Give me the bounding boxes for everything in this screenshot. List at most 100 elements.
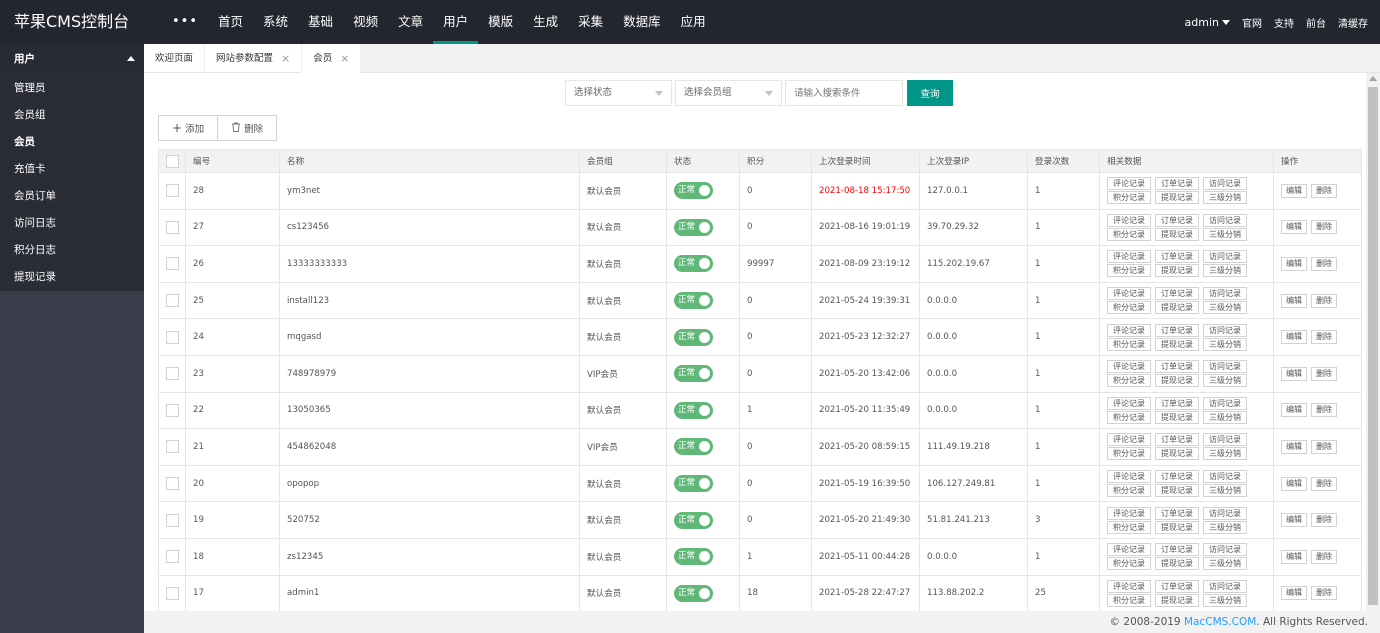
delete-row-button[interactable]: 删除 <box>1311 220 1337 235</box>
sidebar-heading[interactable]: 用户 <box>0 44 144 75</box>
status-toggle[interactable]: 正常 <box>674 182 713 200</box>
status-toggle[interactable]: 正常 <box>674 255 713 273</box>
status-toggle[interactable]: 正常 <box>674 401 713 419</box>
delete-row-button[interactable]: 删除 <box>1311 183 1337 198</box>
related-link-button[interactable]: 访问记录 <box>1203 287 1247 301</box>
related-link-button[interactable]: 三级分销 <box>1203 264 1247 278</box>
edit-button[interactable]: 编辑 <box>1281 513 1307 528</box>
status-toggle[interactable]: 正常 <box>674 218 713 236</box>
edit-button[interactable]: 编辑 <box>1281 403 1307 418</box>
related-link-button[interactable]: 订单记录 <box>1155 543 1199 557</box>
select-all-checkbox[interactable] <box>166 154 179 168</box>
top-nav-item[interactable]: 系统 <box>253 0 298 44</box>
related-link-button[interactable]: 积分记录 <box>1107 410 1151 424</box>
related-link-button[interactable]: 评论记录 <box>1107 323 1151 337</box>
tab-item[interactable]: 网站参数配置 × <box>205 44 303 73</box>
top-nav-item[interactable]: 生成 <box>523 0 568 44</box>
delete-row-button[interactable]: 删除 <box>1311 293 1337 308</box>
scrollbar-thumb[interactable] <box>1368 87 1378 605</box>
status-toggle[interactable]: 正常 <box>674 438 713 456</box>
edit-button[interactable]: 编辑 <box>1281 256 1307 271</box>
related-link-button[interactable]: 三级分销 <box>1203 447 1247 461</box>
vertical-scrollbar[interactable] <box>1366 73 1380 611</box>
row-checkbox[interactable] <box>166 294 179 308</box>
related-link-button[interactable]: 提现记录 <box>1155 264 1199 278</box>
top-nav-item[interactable]: 模版 <box>478 0 523 44</box>
related-link-button[interactable]: 评论记录 <box>1107 177 1151 191</box>
row-checkbox[interactable] <box>166 440 179 454</box>
related-link-button[interactable]: 订单记录 <box>1155 506 1199 520</box>
top-nav-item[interactable]: 应用 <box>671 0 716 44</box>
related-link-button[interactable]: 订单记录 <box>1155 250 1199 264</box>
related-link-button[interactable]: 订单记录 <box>1155 433 1199 447</box>
sidebar-item[interactable]: 提现记录 <box>0 264 144 291</box>
add-button[interactable]: + 添加 <box>158 115 219 141</box>
related-link-button[interactable]: 订单记录 <box>1155 470 1199 484</box>
related-link-button[interactable]: 积分记录 <box>1107 264 1151 278</box>
related-link-button[interactable]: 提现记录 <box>1155 227 1199 241</box>
related-link-button[interactable]: 三级分销 <box>1203 301 1247 315</box>
related-link-button[interactable]: 积分记录 <box>1107 557 1151 571</box>
related-link-button[interactable]: 提现记录 <box>1155 191 1199 205</box>
delete-row-button[interactable]: 删除 <box>1311 366 1337 381</box>
related-link-button[interactable]: 三级分销 <box>1203 227 1247 241</box>
scroll-up-arrow-icon[interactable] <box>1369 76 1377 81</box>
top-nav-item[interactable]: 文章 <box>388 0 433 44</box>
related-link-button[interactable]: 三级分销 <box>1203 484 1247 498</box>
related-link-button[interactable]: 三级分销 <box>1203 557 1247 571</box>
related-link-button[interactable]: 访问记录 <box>1203 250 1247 264</box>
related-link-button[interactable]: 访问记录 <box>1203 579 1247 593</box>
row-checkbox[interactable] <box>166 513 179 527</box>
edit-button[interactable]: 编辑 <box>1281 476 1307 491</box>
delete-row-button[interactable]: 删除 <box>1311 513 1337 528</box>
related-link-button[interactable]: 订单记录 <box>1155 579 1199 593</box>
footer-link[interactable]: MacCMS.COM <box>1184 616 1256 628</box>
status-toggle[interactable]: 正常 <box>674 292 713 310</box>
top-nav-item[interactable]: 首页 <box>208 0 253 44</box>
related-link-button[interactable]: 评论记录 <box>1107 250 1151 264</box>
related-link-button[interactable]: 积分记录 <box>1107 337 1151 351</box>
clear-cache-link[interactable]: 清缓存 <box>1338 15 1368 30</box>
row-checkbox[interactable] <box>166 184 179 198</box>
related-link-button[interactable]: 积分记录 <box>1107 484 1151 498</box>
delete-row-button[interactable]: 删除 <box>1311 476 1337 491</box>
related-link-button[interactable]: 提现记录 <box>1155 557 1199 571</box>
search-button[interactable]: 查询 <box>907 80 953 106</box>
related-link-button[interactable]: 访问记录 <box>1203 506 1247 520</box>
related-link-button[interactable]: 访问记录 <box>1203 177 1247 191</box>
delete-row-button[interactable]: 删除 <box>1311 330 1337 345</box>
status-toggle[interactable]: 正常 <box>674 548 713 566</box>
delete-row-button[interactable]: 删除 <box>1311 256 1337 271</box>
delete-row-button[interactable]: 删除 <box>1311 403 1337 418</box>
edit-button[interactable]: 编辑 <box>1281 220 1307 235</box>
related-link-button[interactable]: 提现记录 <box>1155 410 1199 424</box>
related-link-button[interactable]: 积分记录 <box>1107 374 1151 388</box>
search-input[interactable] <box>785 80 903 106</box>
related-link-button[interactable]: 评论记录 <box>1107 506 1151 520</box>
related-link-button[interactable]: 积分记录 <box>1107 447 1151 461</box>
edit-button[interactable]: 编辑 <box>1281 183 1307 198</box>
related-link-button[interactable]: 访问记录 <box>1203 433 1247 447</box>
related-link-button[interactable]: 访问记录 <box>1203 543 1247 557</box>
status-toggle[interactable]: 正常 <box>674 328 713 346</box>
related-link-button[interactable]: 订单记录 <box>1155 323 1199 337</box>
sidebar-item[interactable]: 充值卡 <box>0 156 144 183</box>
edit-button[interactable]: 编辑 <box>1281 330 1307 345</box>
sidebar-item[interactable]: 积分日志 <box>0 237 144 264</box>
delete-button[interactable]: 删除 <box>218 115 278 141</box>
related-link-button[interactable]: 访问记录 <box>1203 360 1247 374</box>
related-link-button[interactable]: 访问记录 <box>1203 470 1247 484</box>
delete-row-button[interactable]: 删除 <box>1311 439 1337 454</box>
sidebar-item[interactable]: 管理员 <box>0 75 144 102</box>
row-checkbox[interactable] <box>166 220 179 234</box>
top-nav-item[interactable]: 基础 <box>298 0 343 44</box>
more-menu-icon[interactable]: ••• <box>162 0 208 44</box>
related-link-button[interactable]: 提现记录 <box>1155 484 1199 498</box>
related-link-button[interactable]: 评论记录 <box>1107 213 1151 227</box>
sidebar-item[interactable]: 访问日志 <box>0 210 144 237</box>
related-link-button[interactable]: 提现记录 <box>1155 337 1199 351</box>
status-toggle[interactable]: 正常 <box>674 584 713 602</box>
related-link-button[interactable]: 订单记录 <box>1155 396 1199 410</box>
related-link-button[interactable]: 订单记录 <box>1155 213 1199 227</box>
support-link[interactable]: 支持 <box>1274 15 1294 30</box>
